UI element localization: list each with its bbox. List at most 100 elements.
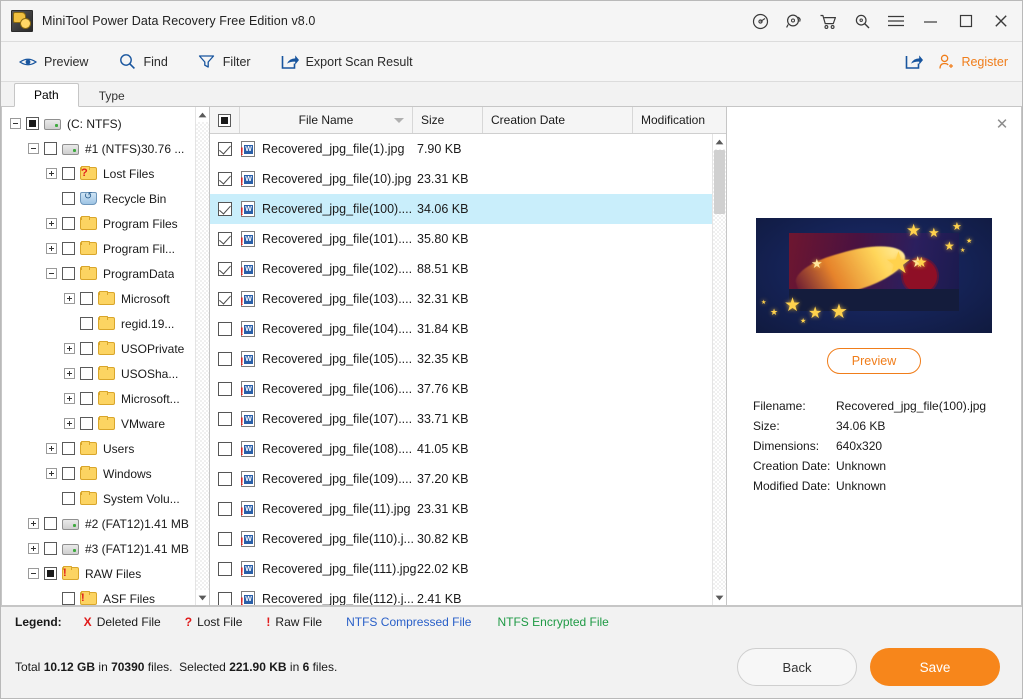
register-button[interactable]: Register — [937, 53, 1008, 71]
share-export-icon[interactable] — [905, 53, 924, 71]
tree-node[interactable]: #1 (NTFS)30.76 ... — [2, 136, 195, 161]
table-row[interactable]: W! Recovered_jpg_file(105).... 32.35 KB — [210, 344, 712, 374]
table-row[interactable]: W! Recovered_jpg_file(101).... 35.80 KB — [210, 224, 712, 254]
tree-node-checkbox[interactable] — [62, 442, 75, 455]
tree-node[interactable]: Recycle Bin — [2, 186, 195, 211]
tree-node[interactable]: Users — [2, 436, 195, 461]
tree-node[interactable]: Program Fil... — [2, 236, 195, 261]
tree-expand-icon[interactable] — [64, 418, 75, 429]
tree-scroll-up-icon[interactable] — [196, 107, 209, 122]
directory-tree[interactable]: (C: NTFS) #1 (NTFS)30.76 ... Lost Files Rec… — [2, 107, 195, 605]
tree-node[interactable]: RAW Files — [2, 561, 195, 586]
file-row-checkbox[interactable] — [218, 442, 232, 456]
table-row[interactable]: W! Recovered_jpg_file(10).jpg 23.31 KB — [210, 164, 712, 194]
tab-type[interactable]: Type — [79, 83, 145, 107]
tree-scroll-down-icon[interactable] — [196, 590, 209, 605]
tree-node-checkbox[interactable] — [62, 467, 75, 480]
close-icon[interactable]: ✕ — [993, 115, 1011, 133]
tree-node-checkbox[interactable] — [62, 592, 75, 605]
list-scroll-down-icon[interactable] — [713, 590, 726, 605]
tree-node-checkbox[interactable] — [44, 542, 57, 555]
file-row-checkbox[interactable] — [218, 592, 232, 605]
tree-expand-icon[interactable] — [46, 168, 57, 179]
tree-node[interactable]: ProgramData — [2, 261, 195, 286]
file-row-checkbox[interactable] — [218, 382, 232, 396]
file-row-checkbox[interactable] — [218, 562, 232, 576]
file-list-scrollbar-track[interactable] — [713, 149, 726, 590]
file-list-scrollbar-thumb[interactable] — [714, 150, 725, 214]
tree-expand-icon[interactable] — [46, 468, 57, 479]
search-icon[interactable] — [845, 1, 879, 41]
file-row-checkbox[interactable] — [218, 142, 232, 156]
column-header-creation-date[interactable]: Creation Date — [483, 107, 633, 133]
tree-collapse-icon[interactable] — [46, 268, 57, 279]
preview-button[interactable]: Preview — [19, 53, 88, 71]
tree-node-checkbox[interactable] — [62, 242, 75, 255]
file-row-checkbox[interactable] — [218, 352, 232, 366]
tree-expand-icon[interactable] — [64, 393, 75, 404]
tree-node[interactable]: USOSha... — [2, 361, 195, 386]
table-row[interactable]: W! Recovered_jpg_file(111).jpg 22.02 KB — [210, 554, 712, 584]
list-scroll-up-icon[interactable] — [713, 134, 726, 149]
select-all-checkbox[interactable] — [210, 107, 240, 133]
tree-expand-icon[interactable] — [28, 518, 39, 529]
hamburger-menu-icon[interactable] — [879, 1, 913, 41]
tree-collapse-icon[interactable] — [28, 568, 39, 579]
tree-node-checkbox[interactable] — [44, 142, 57, 155]
tree-node[interactable]: Microsoft — [2, 286, 195, 311]
tree-node[interactable]: Lost Files — [2, 161, 195, 186]
tree-node[interactable]: (C: NTFS) — [2, 111, 195, 136]
tree-expand-icon[interactable] — [64, 368, 75, 379]
tree-expand-icon[interactable] — [46, 243, 57, 254]
tree-node[interactable]: Windows — [2, 461, 195, 486]
tree-node-checkbox[interactable] — [80, 392, 93, 405]
tree-node[interactable]: #2 (FAT12)1.41 MB — [2, 511, 195, 536]
table-row[interactable]: W! Recovered_jpg_file(112).j... 2.41 KB — [210, 584, 712, 605]
table-row[interactable]: W! Recovered_jpg_file(1).jpg 7.90 KB — [210, 134, 712, 164]
file-row-checkbox[interactable] — [218, 262, 232, 276]
tree-scrollbar-track[interactable] — [196, 122, 209, 590]
support-headset-icon[interactable] — [777, 1, 811, 41]
table-row[interactable]: W! Recovered_jpg_file(104).... 31.84 KB — [210, 314, 712, 344]
tree-expand-icon[interactable] — [64, 293, 75, 304]
column-header-file-name[interactable]: File Name — [240, 107, 413, 133]
file-list-scrollbar[interactable] — [712, 134, 726, 605]
file-row-checkbox[interactable] — [218, 202, 232, 216]
table-row[interactable]: W! Recovered_jpg_file(109).... 37.20 KB — [210, 464, 712, 494]
file-row-checkbox[interactable] — [218, 172, 232, 186]
find-button[interactable]: Find — [118, 53, 168, 71]
tab-path[interactable]: Path — [14, 83, 79, 107]
tree-node[interactable]: Microsoft... — [2, 386, 195, 411]
table-row[interactable]: W! Recovered_jpg_file(100).... 34.06 KB — [210, 194, 712, 224]
tree-node-checkbox[interactable] — [80, 417, 93, 430]
export-scan-result-button[interactable]: Export Scan Result — [281, 53, 413, 71]
tree-node-checkbox[interactable] — [62, 167, 75, 180]
maximize-button[interactable] — [948, 1, 983, 41]
file-row-checkbox[interactable] — [218, 232, 232, 246]
tree-expand-icon[interactable] — [28, 543, 39, 554]
tree-node[interactable]: regid.19... — [2, 311, 195, 336]
tree-node[interactable]: Program Files — [2, 211, 195, 236]
tree-scrollbar[interactable] — [195, 107, 209, 605]
tree-node[interactable]: VMware — [2, 411, 195, 436]
file-row-checkbox[interactable] — [218, 532, 232, 546]
column-header-size[interactable]: Size — [413, 107, 483, 133]
close-button[interactable] — [983, 1, 1018, 41]
table-row[interactable]: W! Recovered_jpg_file(106).... 37.76 KB — [210, 374, 712, 404]
save-button[interactable]: Save — [870, 648, 1000, 686]
back-button[interactable]: Back — [737, 648, 857, 686]
file-row-checkbox[interactable] — [218, 502, 232, 516]
table-row[interactable]: W! Recovered_jpg_file(11).jpg 23.31 KB — [210, 494, 712, 524]
table-row[interactable]: W! Recovered_jpg_file(102).... 88.51 KB — [210, 254, 712, 284]
column-header-modification[interactable]: Modification — [633, 107, 726, 133]
tree-collapse-icon[interactable] — [10, 118, 21, 129]
tree-node-checkbox[interactable] — [44, 517, 57, 530]
tree-node-checkbox[interactable] — [44, 567, 57, 580]
disc-icon[interactable] — [743, 1, 777, 41]
tree-expand-icon[interactable] — [46, 218, 57, 229]
tree-node-checkbox[interactable] — [62, 492, 75, 505]
tree-node[interactable]: ASF Files — [2, 586, 195, 605]
tree-node[interactable]: USOPrivate — [2, 336, 195, 361]
tree-expand-icon[interactable] — [46, 443, 57, 454]
table-row[interactable]: W! Recovered_jpg_file(107).... 33.71 KB — [210, 404, 712, 434]
